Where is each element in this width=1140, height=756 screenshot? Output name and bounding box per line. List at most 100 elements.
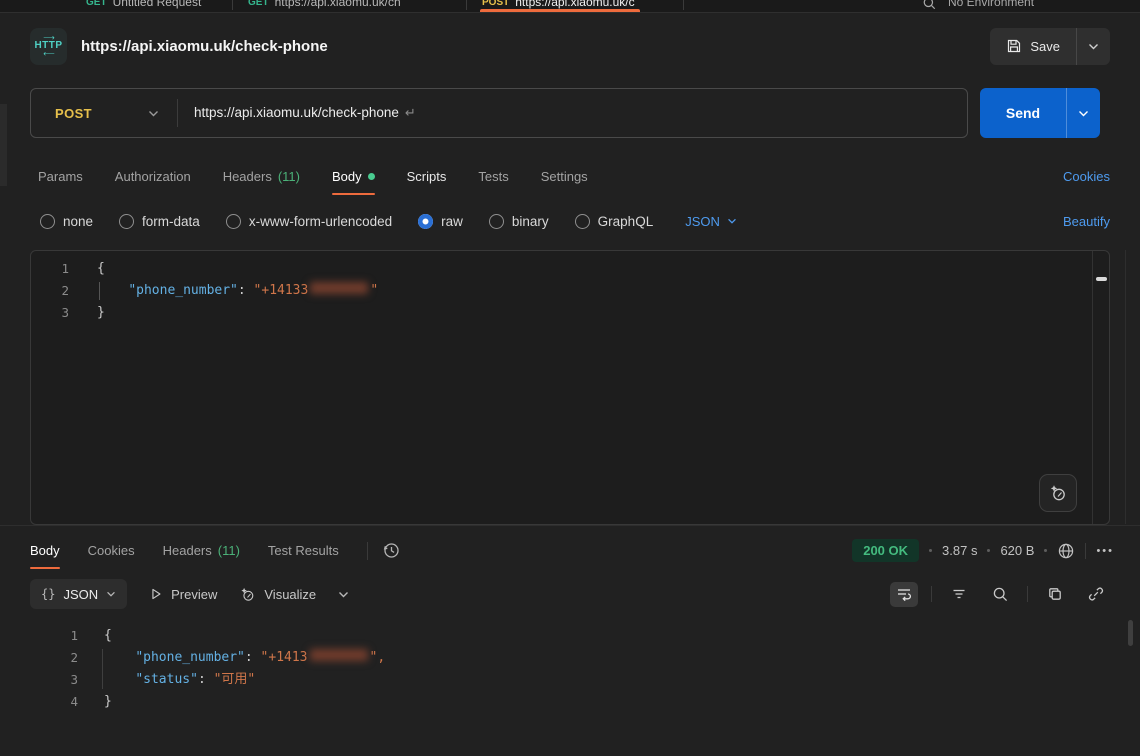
radio-x-www-form-urlencoded[interactable]: x-www-form-urlencoded [226,214,392,229]
radio-label: x-www-form-urlencoded [249,214,392,229]
response-format-dropdown[interactable]: {} JSON [30,579,127,609]
redacted-value [310,649,368,661]
tab-label: Headers [163,543,212,558]
line-number: 3 [30,669,78,691]
code-line: 2 "phone_number": "+1413", [30,647,1110,669]
radio-binary[interactable]: binary [489,214,549,229]
radio-form-data[interactable]: form-data [119,214,200,229]
radio-graphql[interactable]: GraphQL [575,214,654,229]
chevron-down-icon [338,591,349,598]
response-tab-test-results[interactable]: Test Results [268,531,339,570]
code-token: { [104,628,112,643]
beautify-link[interactable]: Beautify [1063,214,1110,229]
tool-label: Visualize [264,587,316,602]
copy-response-button[interactable] [1041,582,1069,607]
request-tab-label: Untitled Request [113,0,202,9]
tab-authorization[interactable]: Authorization [115,156,191,196]
code-token: : [245,650,261,665]
chevron-down-icon [148,110,159,117]
cookies-link[interactable]: Cookies [1063,169,1110,184]
headers-count: (11) [278,169,300,184]
code-token-string: "可用" [214,672,256,687]
environment-selector[interactable]: No Environment [948,0,1034,13]
save-label: Save [1030,39,1060,54]
wrap-text-button[interactable] [890,582,918,607]
visualize-button[interactable]: Visualize [239,586,316,603]
method-dropdown[interactable]: POST [31,106,177,121]
line-number: 3 [31,302,69,324]
headers-count: (11) [218,543,240,558]
request-body-editor[interactable]: 1 { 2 "phone_number": "+14133" 3 } [30,250,1110,525]
format-label: JSON [63,587,98,602]
tab-label: Body [332,169,362,184]
save-button[interactable]: Save [990,28,1076,65]
visualize-options-chevron[interactable] [338,591,349,598]
code-token: : [198,672,214,687]
response-body-editor[interactable]: 1 { 2 "phone_number": "+1413", 3 "status… [30,618,1110,756]
chevron-down-icon [727,218,737,224]
response-tabs: Body Cookies Headers (11) Test Results 20… [0,531,1140,570]
line-number: 2 [30,647,78,669]
body-language-dropdown[interactable]: JSON [685,214,737,229]
response-history-icon[interactable] [382,541,401,560]
editor-scrollbar[interactable] [1092,251,1109,524]
response-meta: 200 OK 3.87 s 620 B ••• [852,539,1114,562]
code-token: { [97,261,105,276]
scrollbar-thumb[interactable] [1096,277,1107,281]
response-tab-cookies[interactable]: Cookies [88,531,135,570]
send-options-chevron[interactable] [1066,88,1100,138]
save-button-group: Save [990,28,1110,65]
tab-tests[interactable]: Tests [478,156,508,196]
request-tab-1[interactable]: GET Untitled Request [86,0,201,13]
radio-selected-icon [418,214,433,229]
tab-label: Test Results [268,543,339,558]
response-time[interactable]: 3.87 s [942,543,977,558]
send-button[interactable]: Send [980,88,1066,138]
redacted-value [310,282,368,294]
code-token-key: "phone_number" [128,283,238,298]
save-options-chevron[interactable] [1076,28,1110,65]
request-tab-label: https://api.xiaomu.uk/c [515,0,634,9]
tool-label: Preview [171,587,217,602]
floppy-icon [1006,38,1022,54]
send-button-group: Send [980,88,1100,138]
response-size[interactable]: 620 B [1000,543,1034,558]
radio-raw-selected[interactable]: raw [418,214,463,229]
tab-scripts[interactable]: Scripts [407,156,447,196]
search-response-button[interactable] [986,582,1014,607]
response-tab-headers[interactable]: Headers (11) [163,531,240,570]
response-tab-body[interactable]: Body [30,531,60,570]
sparkle-orb-icon [1048,483,1068,503]
response-divider [0,525,1140,526]
code-line: 4 } [30,691,1110,713]
tab-divider [232,0,233,10]
url-input[interactable]: https://api.xiaomu.uk/check-phone↵ [178,105,416,121]
radio-label: raw [441,214,463,229]
network-globe-icon[interactable] [1057,542,1075,560]
code-token-key: "phone_number" [135,650,245,665]
divider [931,586,932,602]
more-options-ellipsis[interactable]: ••• [1096,545,1114,557]
tab-settings[interactable]: Settings [541,156,588,196]
indent-guide [102,669,103,689]
method-badge-get: GET [248,0,269,8]
tab-params[interactable]: Params [38,156,83,196]
status-badge[interactable]: 200 OK [852,539,919,562]
tab-body[interactable]: Body [332,156,375,196]
tab-label: Settings [541,169,588,184]
tab-headers[interactable]: Headers(11) [223,156,300,196]
sparkle-orb-icon [239,586,256,603]
search-icon[interactable] [922,0,937,11]
code-line: 3 } [31,302,1109,324]
workspace-tab-strip: GET Untitled Request GET https://api.xia… [0,0,1140,13]
request-tab-2[interactable]: GET https://api.xiaomu.uk/ch [248,0,401,13]
line-number: 4 [30,691,78,713]
radio-icon [575,214,590,229]
link-button[interactable] [1082,582,1110,607]
code-token-string: "+1413 [261,650,308,665]
radio-none[interactable]: none [40,214,93,229]
response-scrollbar-thumb[interactable] [1128,620,1133,646]
postbot-button[interactable] [1039,474,1077,512]
preview-button[interactable]: Preview [149,587,217,602]
filter-button[interactable] [945,582,973,607]
